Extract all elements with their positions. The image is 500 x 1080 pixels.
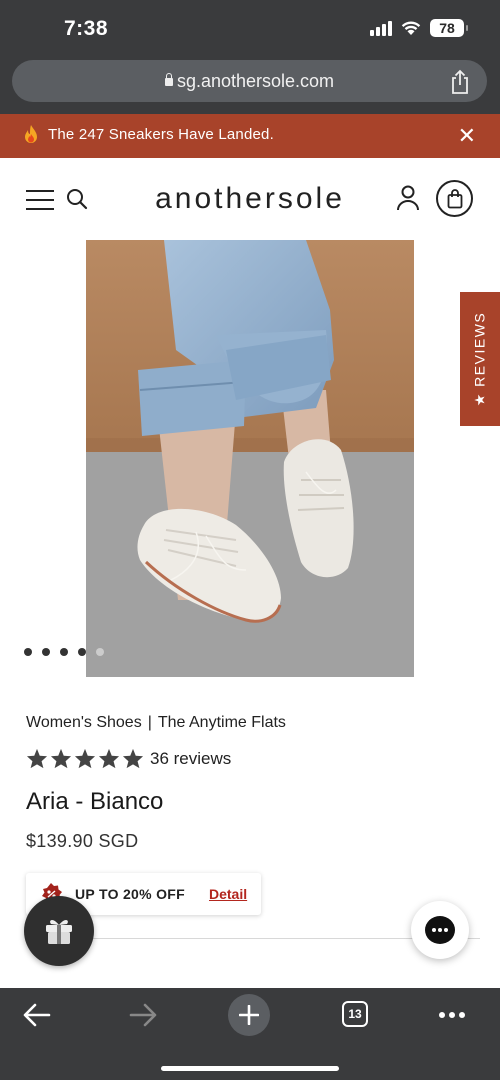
- carousel-dots[interactable]: [24, 648, 104, 656]
- chat-icon: [425, 916, 455, 944]
- breadcrumb: Women's Shoes | The Anytime Flats: [26, 714, 286, 732]
- gift-icon: [46, 919, 72, 944]
- product-image[interactable]: [86, 240, 414, 677]
- reviews-side-tab[interactable]: ★ REVIEWS: [460, 292, 500, 426]
- promo-text: UP TO 20% OFF: [75, 886, 185, 902]
- url-text: sg.anothersole.com: [176, 71, 335, 91]
- tabs-icon[interactable]: 13: [342, 1001, 368, 1027]
- breadcrumb-category[interactable]: Women's Shoes: [26, 714, 142, 731]
- promo-detail-link[interactable]: Detail: [209, 886, 247, 902]
- wifi-icon: [401, 21, 421, 35]
- status-icons: 78: [370, 19, 468, 37]
- cart-button[interactable]: [436, 180, 473, 217]
- forward-arrow-icon[interactable]: [128, 1002, 158, 1028]
- star-icon: [50, 748, 72, 769]
- star-icon: [98, 748, 120, 769]
- more-icon[interactable]: [439, 1012, 465, 1018]
- breadcrumb-separator: |: [147, 714, 152, 731]
- product-title: Aria - Bianco: [26, 788, 164, 815]
- star-icon: [74, 748, 96, 769]
- reviews-tab-label: ★ REVIEWS: [471, 311, 488, 407]
- banner-text[interactable]: The 247 Sneakers Have Landed.: [48, 126, 274, 143]
- account-icon[interactable]: [396, 185, 420, 211]
- fire-icon: [25, 125, 37, 143]
- browser-top-chrome: 7:38 78 sg.anothersole.com: [0, 0, 500, 114]
- gift-button[interactable]: [24, 896, 94, 966]
- lock-icon: [164, 73, 173, 86]
- rating-stars[interactable]: [26, 748, 144, 769]
- breadcrumb-collection[interactable]: The Anytime Flats: [158, 714, 286, 731]
- star-icon: [26, 748, 48, 769]
- star-icon: [122, 748, 144, 769]
- chat-button[interactable]: [411, 901, 469, 959]
- carousel-dot-active[interactable]: [78, 648, 86, 656]
- status-time: 7:38: [64, 17, 109, 40]
- close-icon[interactable]: ✕: [458, 123, 476, 149]
- product-photo: [86, 240, 414, 677]
- home-indicator[interactable]: [161, 1066, 339, 1071]
- product-price: $139.90 SGD: [26, 831, 139, 851]
- address-bar[interactable]: sg.anothersole.com: [12, 60, 487, 102]
- carousel-dot[interactable]: [42, 648, 50, 656]
- site-header: anothersole: [0, 158, 500, 240]
- back-arrow-icon[interactable]: [22, 1002, 52, 1028]
- plus-icon: [239, 1005, 259, 1025]
- carousel-dot[interactable]: [96, 648, 104, 656]
- battery-icon: 78: [430, 19, 468, 37]
- cart-icon: [447, 189, 463, 209]
- site-logo[interactable]: anothersole: [0, 182, 500, 216]
- url-display[interactable]: sg.anothersole.com: [12, 71, 487, 92]
- rating-row[interactable]: 36 reviews: [26, 748, 231, 769]
- reviews-count[interactable]: 36 reviews: [150, 749, 231, 769]
- carousel-dot[interactable]: [60, 648, 68, 656]
- share-icon[interactable]: [449, 69, 471, 95]
- announcement-banner[interactable]: The 247 Sneakers Have Landed. ✕: [0, 114, 500, 158]
- carousel-dot[interactable]: [24, 648, 32, 656]
- signal-icon: [370, 20, 392, 36]
- new-tab-button[interactable]: [228, 994, 270, 1036]
